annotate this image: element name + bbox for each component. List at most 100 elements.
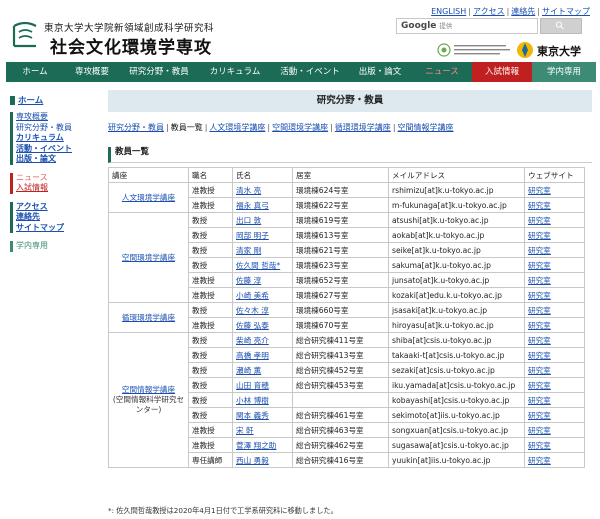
search-brand: Google — [401, 21, 437, 31]
nav-curriculum[interactable]: カリキュラム — [198, 62, 272, 82]
course-link[interactable]: 人文環境学講座 — [122, 193, 175, 202]
search-input[interactable]: Google 提供 — [396, 18, 538, 34]
site-header: 東京大学大学院新領域創成科学研究科 社会文化環境学専攻 ENGLISH | アクセス… — [0, 0, 600, 62]
website-link[interactable]: 研究室 — [528, 426, 551, 435]
website-link[interactable]: 研究室 — [528, 231, 551, 240]
email-cell: hiroyasu[at]k.u-tokyo.ac.jp — [388, 317, 525, 333]
sidebar-item-research-faculty[interactable]: 研究分野・教員 — [16, 123, 100, 134]
name-link[interactable]: 清水 亮 — [236, 186, 261, 195]
email-cell: rshimizu[at]k.u-tokyo.ac.jp — [388, 182, 525, 198]
sidebar-item-news[interactable]: ニュース — [16, 173, 100, 184]
position-cell: 准教授 — [188, 272, 233, 288]
name-link[interactable]: 岡部 明子 — [236, 231, 269, 240]
sidebar-item-internal[interactable]: 学内専用 — [16, 241, 100, 252]
website-link[interactable]: 研究室 — [528, 351, 551, 360]
name-link[interactable]: 菅澤 翔之助 — [236, 441, 276, 450]
sidebar-item-overview[interactable]: 専攻概要 — [16, 112, 100, 123]
room-cell: 環境棟670号室 — [292, 317, 389, 333]
top-link-english[interactable]: ENGLISH — [431, 7, 466, 16]
name-link[interactable]: 関本 義秀 — [236, 411, 269, 420]
sidebar-item-contact[interactable]: 連絡先 — [16, 212, 100, 223]
utokyo-logo[interactable]: 東京大学 — [515, 40, 595, 60]
breadcrumb-spatial-information[interactable]: 空間情報学講座 — [398, 123, 454, 132]
website-cell: 研究室 — [524, 452, 585, 468]
breadcrumb-research-faculty[interactable]: 研究分野・教員 — [108, 123, 164, 132]
name-link[interactable]: 山田 育穂 — [236, 381, 269, 390]
name-cell: 関本 義秀 — [232, 407, 293, 423]
sidebar-item-sitemap[interactable]: サイトマップ — [16, 223, 100, 234]
website-link[interactable]: 研究室 — [528, 246, 551, 255]
course-link[interactable]: 空間情報学講座 — [122, 385, 175, 394]
breadcrumb-circulation[interactable]: 循環環境学講座 — [335, 123, 391, 132]
top-link-access[interactable]: アクセス — [473, 7, 505, 16]
name-link[interactable]: 宋 軒 — [236, 426, 254, 435]
sidebar-item-activities[interactable]: 活動・イベント — [16, 144, 100, 155]
name-cell: 宋 軒 — [232, 422, 293, 438]
website-link[interactable]: 研究室 — [528, 291, 551, 300]
name-link[interactable]: 小林 博樹 — [236, 396, 269, 405]
nav-overview[interactable]: 専攻概要 — [64, 62, 120, 82]
website-link[interactable]: 研究室 — [528, 216, 551, 225]
room-cell: 総合研究棟462号室 — [292, 437, 389, 453]
email-cell: sekimoto[at]iis.u-tokyo.ac.jp — [388, 407, 525, 423]
website-link[interactable]: 研究室 — [528, 441, 551, 450]
name-cell: 小林 博樹 — [232, 392, 293, 408]
top-link-contact[interactable]: 連絡先 — [511, 7, 535, 16]
website-cell: 研究室 — [524, 377, 585, 393]
nav-activities[interactable]: 活動・イベント — [272, 62, 348, 82]
name-link[interactable]: 小崎 美希 — [236, 291, 269, 300]
name-link[interactable]: 出口 敦 — [236, 216, 261, 225]
nav-publications[interactable]: 出版・論文 — [348, 62, 412, 82]
website-link[interactable]: 研究室 — [528, 381, 551, 390]
website-link[interactable]: 研究室 — [528, 201, 551, 210]
department-logo-icon[interactable] — [10, 20, 40, 50]
website-link[interactable]: 研究室 — [528, 396, 551, 405]
nav-news[interactable]: ニュース — [412, 62, 472, 82]
sidebar-item-curriculum[interactable]: カリキュラム — [16, 133, 100, 144]
nav-admissions[interactable]: 入試情報 — [472, 62, 532, 82]
name-link[interactable]: 佐藤 淳 — [236, 276, 261, 285]
top-link-sitemap[interactable]: サイトマップ — [542, 7, 590, 16]
website-link[interactable]: 研究室 — [528, 261, 551, 270]
nav-research-faculty[interactable]: 研究分野・教員 — [120, 62, 198, 82]
name-link[interactable]: 佐久間 哲哉* — [236, 261, 280, 270]
sidebar-item-access[interactable]: アクセス — [16, 202, 100, 213]
nav-internal[interactable]: 学内専用 — [532, 62, 596, 82]
website-link[interactable]: 研究室 — [528, 456, 551, 465]
website-link[interactable]: 研究室 — [528, 276, 551, 285]
header-room: 居室 — [292, 167, 389, 183]
search-button[interactable] — [540, 18, 582, 34]
name-link[interactable]: 清家 剛 — [236, 246, 261, 255]
breadcrumb-spatial-environment[interactable]: 空間環境学講座 — [272, 123, 328, 132]
room-cell: 環境棟619号室 — [292, 212, 389, 228]
sidebar-item-publications[interactable]: 出版・論文 — [16, 154, 100, 165]
website-link[interactable]: 研究室 — [528, 336, 551, 345]
main-nav: ホーム 専攻概要 研究分野・教員 カリキュラム 活動・イベント 出版・論文 ニュ… — [6, 62, 596, 82]
name-link[interactable]: 福永 真弓 — [236, 201, 269, 210]
main-content: 研究分野・教員 研究分野・教員 | 教員一覧 | 人文環境学講座 | 空間環境学講座 | 循環環… — [108, 90, 592, 468]
name-link[interactable]: 佐藤 弘泰 — [236, 321, 269, 330]
sidebar-home-label: ホーム — [18, 96, 44, 106]
header-website: ウェブサイト — [524, 167, 585, 183]
website-link[interactable]: 研究室 — [528, 306, 551, 315]
website-link[interactable]: 研究室 — [528, 186, 551, 195]
name-link[interactable]: 瀬崎 薫 — [236, 366, 261, 375]
sidebar-item-admissions[interactable]: 入試情報 — [16, 183, 100, 194]
website-link[interactable]: 研究室 — [528, 366, 551, 375]
sidebar-home[interactable]: ホーム — [10, 94, 100, 106]
name-link[interactable]: 西山 勇毅 — [236, 456, 269, 465]
website-cell: 研究室 — [524, 272, 585, 288]
course-link[interactable]: 循環環境学講座 — [122, 313, 175, 322]
name-link[interactable]: 佐々木 淳 — [236, 306, 269, 315]
utokyo-emblem-icon — [517, 42, 533, 58]
name-cell: 佐々木 淳 — [232, 302, 293, 318]
website-link[interactable]: 研究室 — [528, 321, 551, 330]
website-link[interactable]: 研究室 — [528, 411, 551, 420]
email-cell: atsushi[at]k.u-tokyo.ac.jp — [388, 212, 525, 228]
department-name[interactable]: 社会文化環境学専攻 — [50, 33, 212, 58]
name-link[interactable]: 柴崎 亮介 — [236, 336, 269, 345]
nav-home[interactable]: ホーム — [6, 62, 64, 82]
breadcrumb-humanities[interactable]: 人文環境学講座 — [209, 123, 265, 132]
name-link[interactable]: 高橋 孝明 — [236, 351, 269, 360]
course-link[interactable]: 空間環境学講座 — [122, 253, 175, 262]
